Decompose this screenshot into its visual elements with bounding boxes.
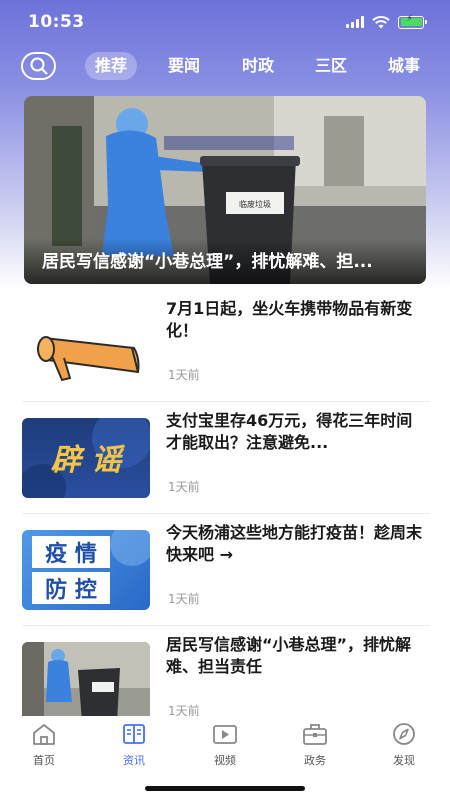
status-icons	[346, 14, 427, 29]
bottom-tab-government[interactable]: 政务	[285, 722, 345, 768]
news-title: 支付宝里存46万元，得花三年时间才能取出？注意避免...	[166, 411, 413, 452]
bottom-tab-home[interactable]: 首页	[14, 722, 74, 768]
search-icon	[30, 57, 47, 75]
news-thumbnail	[22, 308, 150, 388]
rumor-thumbnail-art: 辟 谣	[22, 418, 150, 498]
news-item[interactable]: 疫 情 防 控 今天杨浦这些地方能打疫苗！趁周末快来吧 → 1天前	[22, 514, 430, 626]
bottom-tab-label: 视频	[214, 754, 236, 767]
status-bar: 10:53	[0, 0, 450, 44]
news-title: 今天杨浦这些地方能打疫苗！趁周末快来吧 →	[166, 523, 423, 564]
bottom-tab-label: 发现	[393, 754, 415, 767]
hero-title: 居民写信感谢“小巷总理”，排忧解难、担...	[42, 252, 373, 272]
battery-icon	[398, 14, 427, 29]
wifi-icon	[372, 15, 390, 28]
news-item[interactable]: 7月1日起，坐火车携带物品有新变化！ 1天前	[22, 290, 430, 402]
rumor-thumb-text: 辟 谣	[51, 443, 125, 478]
news-icon	[123, 724, 145, 744]
bottom-tab-label: 政务	[304, 754, 326, 767]
megaphone-icon	[37, 336, 140, 382]
channel-nav: 推荐 要闻 时政 三区 城事	[0, 48, 450, 84]
news-time: 1天前	[168, 480, 200, 494]
signal-icon	[346, 16, 364, 28]
bottom-tab-discover[interactable]: 发现	[374, 722, 434, 768]
epidemic-thumb-text-1: 疫 情	[45, 541, 97, 567]
search-button[interactable]	[21, 52, 56, 80]
hero-banner[interactable]: 临废垃圾 居民写信感谢“小巷总理”，排忧解难、担...	[24, 96, 426, 284]
tab-city-affairs[interactable]: 城事	[388, 52, 420, 80]
home-icon	[33, 724, 55, 745]
news-item[interactable]: 辟 谣 支付宝里存46万元，得花三年时间才能取出？注意避免... 1天前	[22, 402, 430, 514]
epidemic-thumbnail-art: 疫 情 防 控	[32, 530, 150, 604]
bottom-tab-label: 首页	[33, 754, 55, 767]
news-title: 居民写信感谢“小巷总理”，排忧解难、担当责任	[166, 635, 412, 676]
news-thumbnail: 辟 谣	[22, 418, 150, 498]
compass-icon	[393, 723, 415, 745]
news-thumbnail	[22, 642, 150, 722]
tab-headlines[interactable]: 要闻	[168, 52, 200, 80]
epidemic-thumb-text-2: 防 控	[45, 577, 97, 603]
news-thumbnail: 疫 情 防 控	[22, 530, 150, 610]
news-time: 1天前	[168, 592, 200, 606]
news-title: 7月1日起，坐火车携带物品有新变化！	[166, 299, 413, 340]
status-time: 10:53	[28, 12, 85, 32]
bottom-tab-news[interactable]: 资讯	[104, 722, 164, 768]
tab-three-districts[interactable]: 三区	[315, 52, 347, 80]
tab-politics[interactable]: 时政	[242, 52, 274, 80]
bottom-tab-label: 资讯	[123, 754, 145, 767]
photo-thumbnail-art	[22, 642, 150, 722]
tab-recommend[interactable]: 推荐	[85, 52, 138, 80]
home-indicator	[145, 786, 305, 791]
bottom-tab-video[interactable]: 视频	[195, 722, 255, 768]
bin-label: 临废垃圾	[239, 199, 271, 209]
news-time: 1天前	[168, 368, 200, 382]
video-icon	[213, 725, 237, 744]
briefcase-icon	[303, 724, 327, 745]
